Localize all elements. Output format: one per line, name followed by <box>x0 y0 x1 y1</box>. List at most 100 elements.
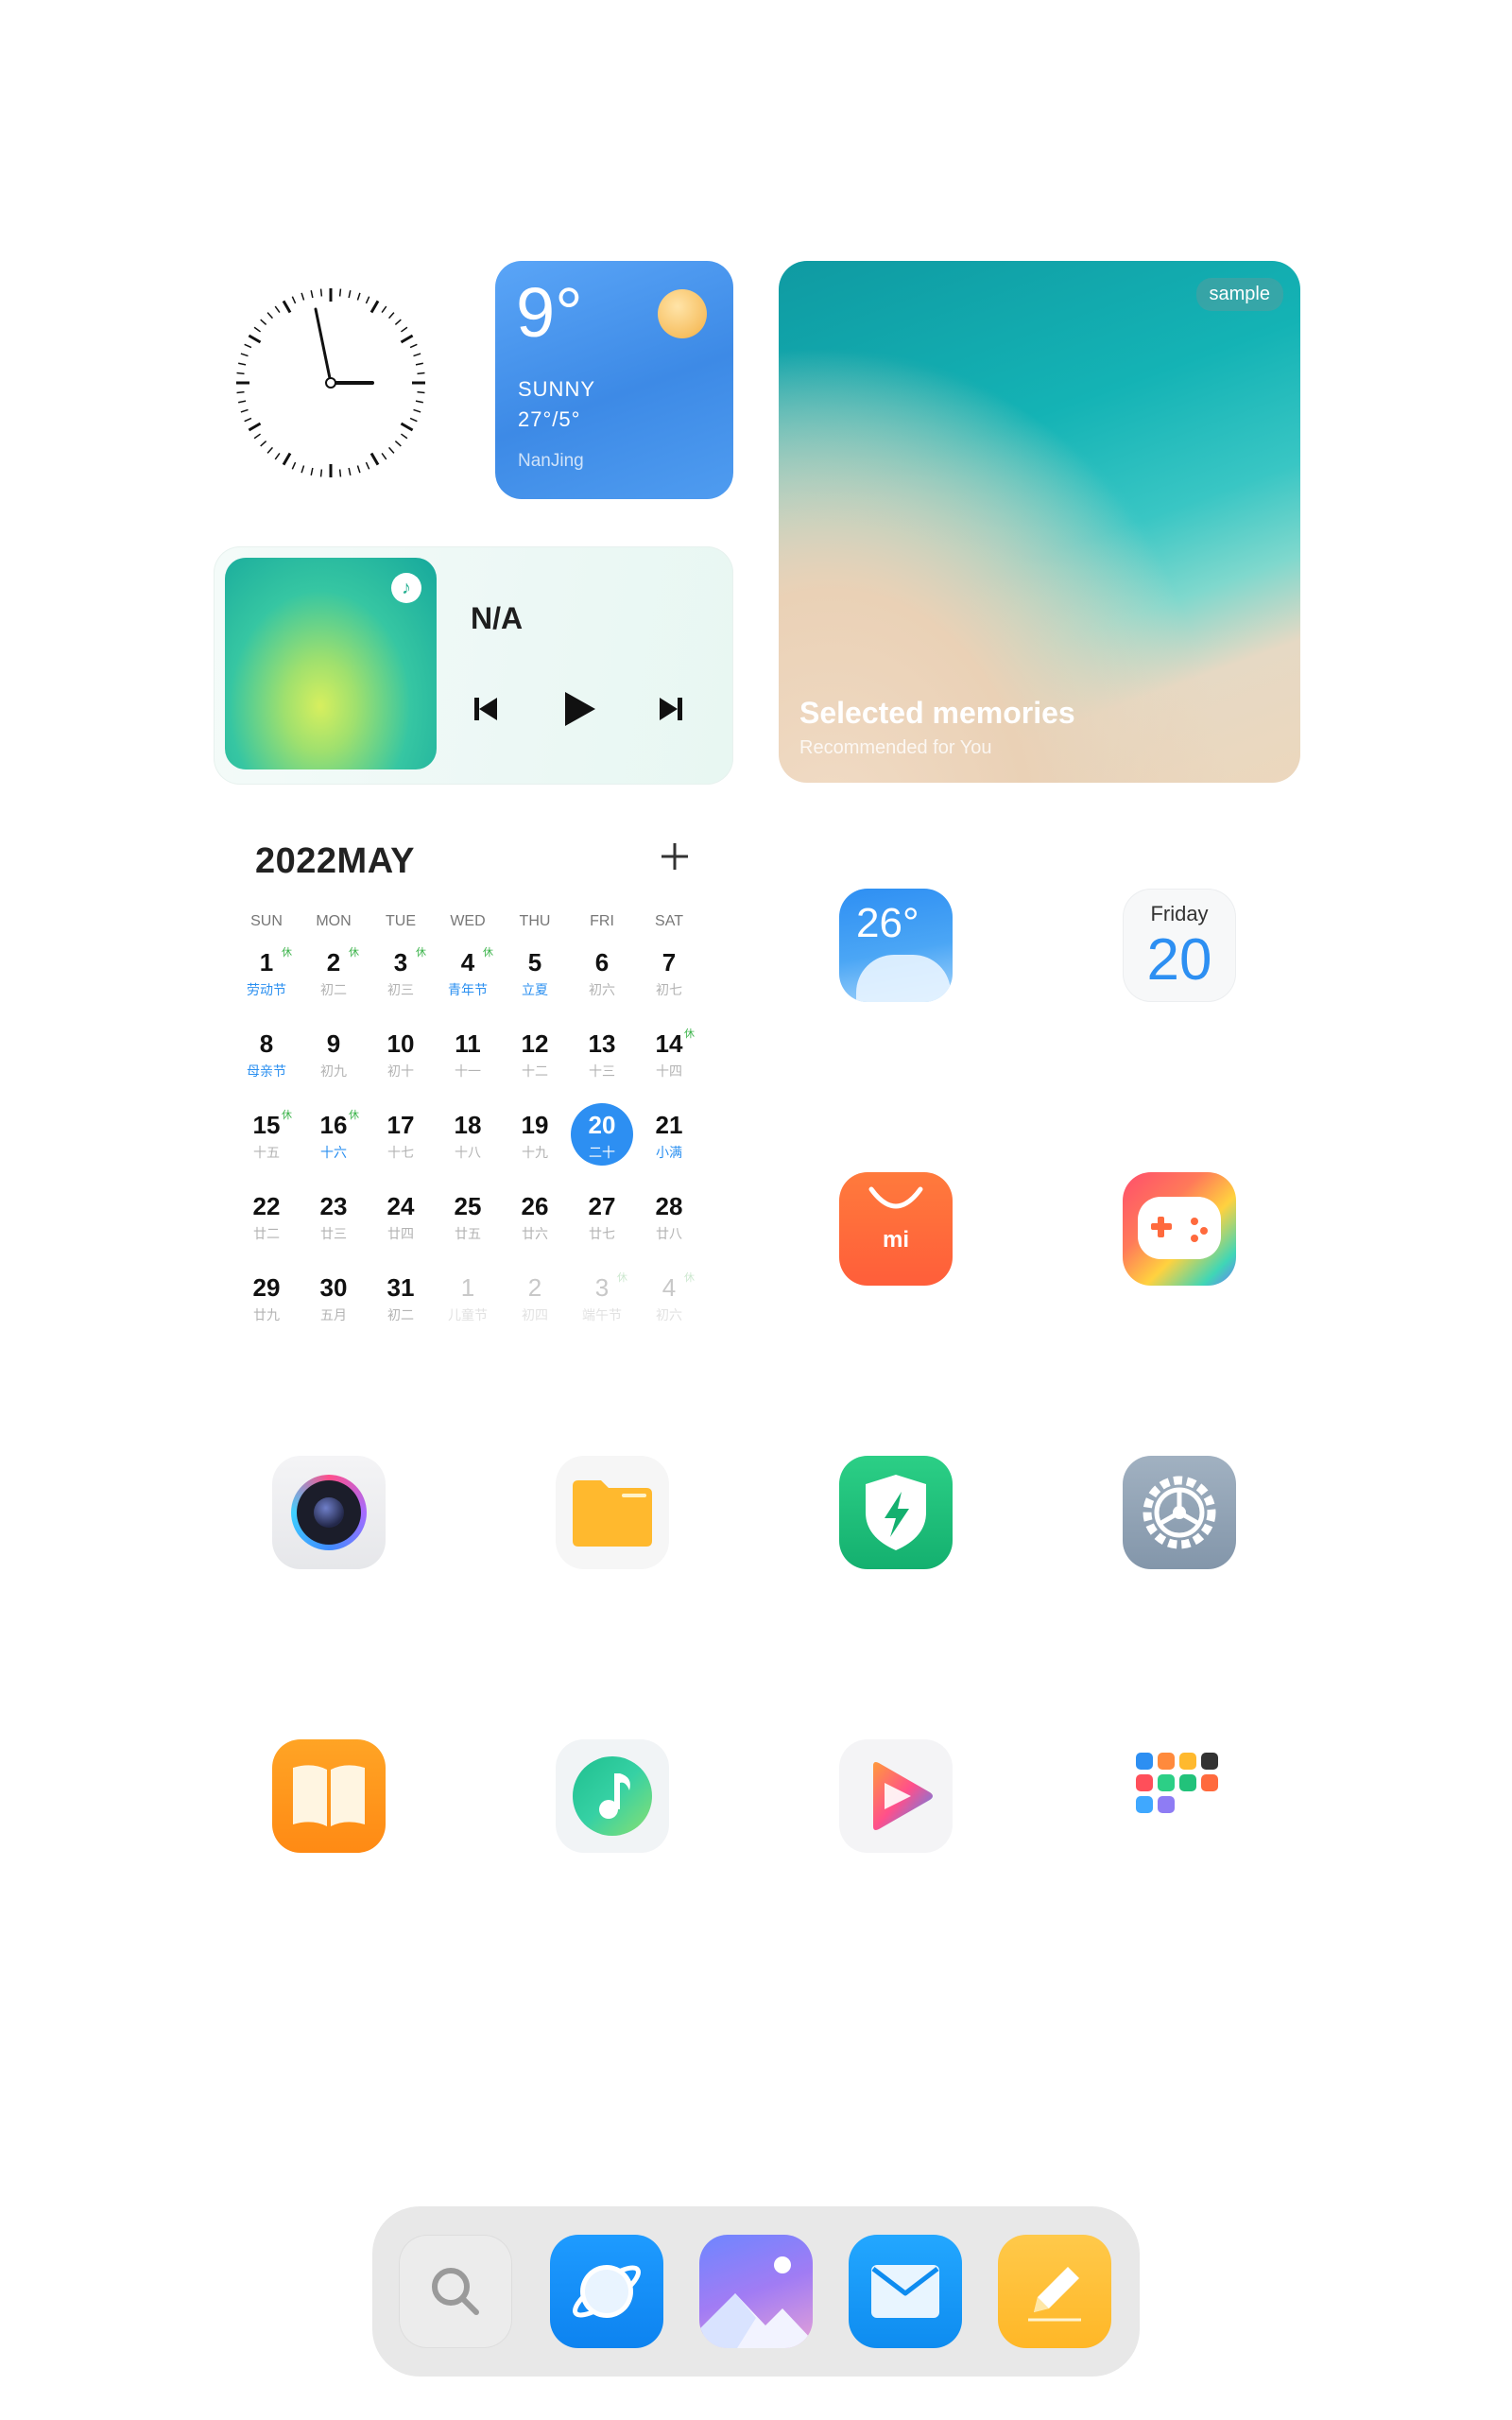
calendar-day[interactable]: 31 初二 <box>369 1266 432 1328</box>
previous-track-icon[interactable] <box>467 690 505 728</box>
calendar-day[interactable]: 14 十四休 <box>638 1022 700 1084</box>
weather-widget[interactable]: 9° SUNNY 27°/5° NanJing <box>495 261 733 499</box>
calendar-app-icon[interactable]: Friday 20 <box>1123 889 1236 1002</box>
calendar-day[interactable]: 13 十三 <box>571 1022 633 1084</box>
calendar-day[interactable]: 28 廿八 <box>638 1184 700 1247</box>
music-app-icon[interactable] <box>556 1739 669 1853</box>
app-store-icon[interactable]: mi <box>839 1172 953 1286</box>
mini-app-icon <box>1201 1774 1218 1791</box>
open-book-icon <box>293 1765 365 1826</box>
next-track-icon[interactable] <box>652 690 690 728</box>
calendar-day[interactable]: 12 十二 <box>504 1022 566 1084</box>
add-event-icon[interactable] <box>656 838 694 875</box>
clock-minute-tick <box>356 465 361 474</box>
play-icon[interactable] <box>558 688 599 730</box>
sample-tag: sample <box>1195 278 1283 311</box>
gear-icon <box>1143 1476 1216 1549</box>
calendar-day[interactable]: 30 五月 <box>302 1266 365 1328</box>
day-lunar-label: 母亲节 <box>247 1063 286 1079</box>
music-widget[interactable]: ♪ N/A <box>214 546 733 785</box>
calendar-day[interactable]: 29 廿九 <box>235 1266 298 1328</box>
gallery-app-icon[interactable] <box>699 2235 813 2348</box>
day-number: 22 <box>252 1192 281 1220</box>
clock-minute-tick <box>388 312 395 320</box>
calendar-day[interactable]: 1 儿童节 <box>437 1266 499 1328</box>
clock-minute-tick <box>310 290 314 299</box>
day-lunar-label: 儿童节 <box>448 1307 488 1322</box>
search-app-icon[interactable] <box>399 2235 512 2348</box>
books-app-icon[interactable] <box>272 1739 386 1853</box>
clock-minute-tick <box>417 372 425 375</box>
calendar-day[interactable]: 22 廿二 <box>235 1184 298 1247</box>
video-app-icon[interactable] <box>839 1739 953 1853</box>
calendar-day[interactable]: 11 十一 <box>437 1022 499 1084</box>
calendar-day-today[interactable]: 20 二十 <box>571 1103 633 1166</box>
clock-minute-tick <box>253 326 262 333</box>
app-folder-icon[interactable] <box>1123 1739 1236 1853</box>
calendar-day[interactable]: 17 十七 <box>369 1103 432 1166</box>
calendar-day[interactable]: 23 廿三 <box>302 1184 365 1247</box>
weekday-header: FRI <box>590 913 614 929</box>
analog-clock[interactable] <box>227 279 435 487</box>
gallery-memories-widget[interactable]: sample Selected memories Recommended for… <box>779 261 1300 783</box>
settings-app-icon[interactable] <box>1123 1456 1236 1569</box>
day-lunar-label: 十五 <box>253 1145 280 1160</box>
day-lunar-label: 十七 <box>387 1145 414 1160</box>
file-manager-icon[interactable] <box>556 1456 669 1569</box>
calendar-day[interactable]: 16 十六休 <box>302 1103 365 1166</box>
day-number: 18 <box>454 1111 482 1139</box>
day-number: 10 <box>387 1029 415 1058</box>
calendar-day[interactable]: 21 小满 <box>638 1103 700 1166</box>
day-number: 8 <box>259 1029 274 1058</box>
weather-temperature: 9° <box>516 273 583 352</box>
day-number: 23 <box>319 1192 348 1220</box>
clock-minute-tick <box>413 353 421 357</box>
camera-app-icon[interactable] <box>272 1456 386 1569</box>
calendar-day[interactable]: 5 立夏 <box>504 941 566 1003</box>
calendar-day[interactable]: 2 初四 <box>504 1266 566 1328</box>
calendar-day[interactable]: 8 母亲节 <box>235 1022 298 1084</box>
calendar-day[interactable]: 25 廿五 <box>437 1184 499 1247</box>
calendar-day[interactable]: 10 初十 <box>369 1022 432 1084</box>
calendar-day[interactable]: 6 初六 <box>571 941 633 1003</box>
security-app-icon[interactable] <box>839 1456 953 1569</box>
clock-minute-tick <box>394 319 402 325</box>
clock-minute-tick <box>310 467 314 475</box>
day-number: 6 <box>594 948 610 977</box>
calendar-day[interactable]: 4 青年节休 <box>437 941 499 1003</box>
clock-minute-tick <box>409 343 418 349</box>
clock-hour-tick <box>248 334 262 344</box>
clock-minute-tick <box>236 372 245 375</box>
calendar-day[interactable]: 2 初二休 <box>302 941 365 1003</box>
game-center-icon[interactable] <box>1123 1172 1236 1286</box>
clock-minute-tick <box>260 441 267 447</box>
weather-app-icon[interactable]: 26° <box>839 889 953 1002</box>
clock-minute-tick <box>236 390 245 394</box>
calendar-day[interactable]: 3 端午节休 <box>571 1266 633 1328</box>
calendar-day[interactable]: 26 廿六 <box>504 1184 566 1247</box>
calendar-day[interactable]: 19 十九 <box>504 1103 566 1166</box>
calendar-day[interactable]: 4 初六休 <box>638 1266 700 1328</box>
calendar-day[interactable]: 7 初七 <box>638 941 700 1003</box>
email-app-icon[interactable] <box>849 2235 962 2348</box>
camera-lens-icon <box>291 1475 367 1550</box>
calendar-day[interactable]: 3 初三休 <box>369 941 432 1003</box>
calendar-day[interactable]: 24 廿四 <box>369 1184 432 1247</box>
calendar-day[interactable]: 1 劳动节休 <box>235 941 298 1003</box>
calendar-day[interactable]: 9 初九 <box>302 1022 365 1084</box>
notes-app-icon[interactable] <box>998 2235 1111 2348</box>
clock-minute-tick <box>291 296 297 304</box>
calendar-day[interactable]: 27 廿七 <box>571 1184 633 1247</box>
shopping-bag-icon <box>868 1186 923 1209</box>
day-lunar-label: 十一 <box>455 1063 481 1079</box>
mountain-image-icon <box>699 2256 813 2348</box>
rest-day-mark: 休 <box>282 1110 292 1121</box>
browser-app-icon[interactable] <box>550 2235 663 2348</box>
day-lunar-label: 小满 <box>656 1145 682 1160</box>
calendar-title: 2022MAY <box>255 841 415 881</box>
calendar-day[interactable]: 15 十五休 <box>235 1103 298 1166</box>
mini-app-icon <box>1201 1753 1218 1770</box>
track-title: N/A <box>471 601 524 635</box>
weather-app-temp: 26° <box>856 900 919 946</box>
calendar-day[interactable]: 18 十八 <box>437 1103 499 1166</box>
